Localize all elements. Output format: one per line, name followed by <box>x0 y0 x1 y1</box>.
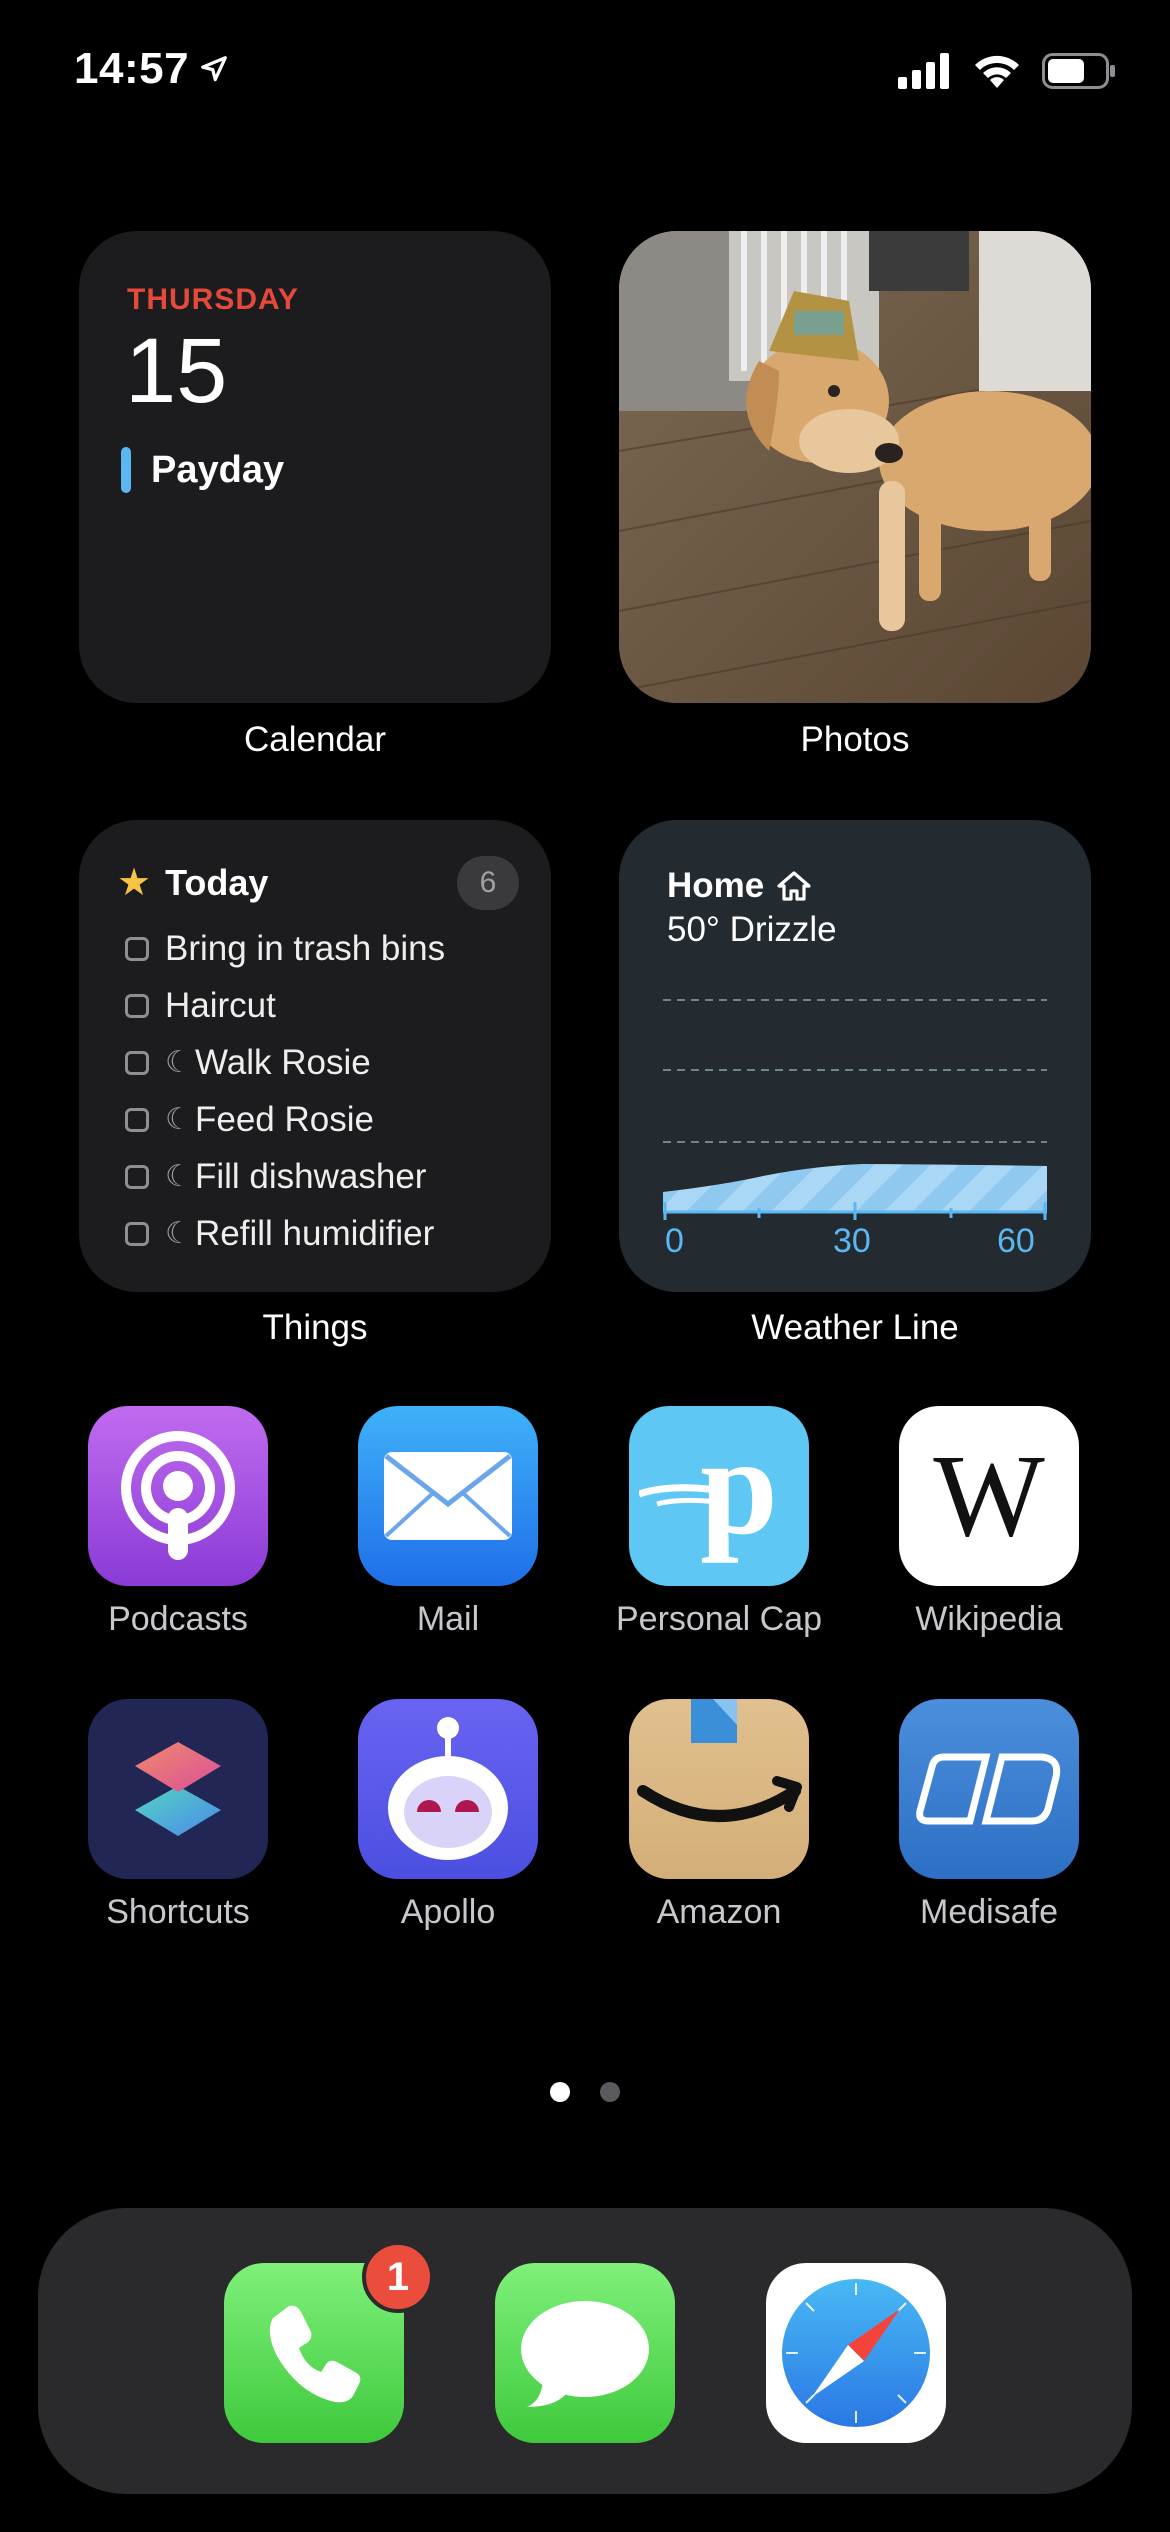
app-label: Personal Cap <box>615 1600 822 1638</box>
checkbox-icon[interactable] <box>125 1107 149 1132</box>
photos-widget[interactable] <box>619 231 1091 703</box>
moon-icon: ☾ <box>165 1046 192 1079</box>
app-podcasts[interactable]: Podcasts <box>43 1406 313 1639</box>
wifi-icon <box>975 55 1019 88</box>
page-dot-1[interactable] <box>550 2082 570 2102</box>
photos-widget-label: Photos <box>800 720 910 759</box>
personal-capital-icon[interactable]: p <box>629 1406 809 1586</box>
weather-line-widget[interactable]: Home 50° Drizzle 0 30 60 <box>619 820 1091 1292</box>
app-label: Podcasts <box>108 1600 248 1638</box>
todo-text: Refill humidifier <box>195 1213 435 1253</box>
weather-line-widget-label: Weather Line <box>751 1308 959 1347</box>
app-label: Mail <box>416 1600 480 1638</box>
things-header: ★ Today <box>117 860 268 905</box>
checkbox-icon[interactable] <box>125 1221 149 1246</box>
checkbox-icon[interactable] <box>125 1164 149 1189</box>
todo-text: Fill dishwasher <box>195 1156 427 1196</box>
app-label: Amazon <box>656 1893 782 1931</box>
calendar-date: 15 <box>125 320 228 422</box>
home-icon <box>777 871 811 901</box>
clock-time: 14:57 <box>74 44 190 93</box>
axis-tick-60: 60 <box>997 1222 1035 1260</box>
podcasts-icon[interactable] <box>88 1406 268 1586</box>
calendar-event-title: Payday <box>151 448 285 491</box>
list-item[interactable]: Bring in trash bins <box>125 920 445 977</box>
todo-text: Bring in trash bins <box>165 928 446 968</box>
mail-icon[interactable] <box>358 1406 538 1586</box>
things-widget[interactable]: ★ Today 6 Bring in trash bins Haircut ☾ … <box>79 820 551 1292</box>
page-indicator[interactable] <box>0 2082 1170 2102</box>
axis-tick-30: 30 <box>833 1222 871 1260</box>
precipitation-chart <box>663 999 1047 1220</box>
todo-text: Feed Rosie <box>195 1099 374 1139</box>
weather-location-name: Home <box>667 866 765 905</box>
photo-image <box>619 231 1091 703</box>
things-title: Today <box>165 861 269 903</box>
calendar-widget-label: Calendar <box>243 720 387 759</box>
list-item[interactable]: Haircut <box>125 977 445 1034</box>
list-item[interactable]: ☾ Feed Rosie <box>125 1091 445 1148</box>
page-dot-2[interactable] <box>600 2082 620 2102</box>
list-item[interactable]: ☾ Refill humidifier <box>125 1205 445 1262</box>
location-arrow-icon <box>201 56 227 82</box>
checkbox-icon[interactable] <box>125 993 149 1018</box>
battery-icon <box>1042 53 1115 89</box>
app-amazon[interactable]: Amazon <box>584 1699 854 1932</box>
calendar-widget[interactable]: THURSDAY 15 Payday <box>79 231 551 703</box>
app-label: Apollo <box>400 1893 496 1931</box>
list-item[interactable]: ☾ Walk Rosie <box>125 1034 445 1091</box>
app-wikipedia[interactable]: W Wikipedia <box>854 1406 1124 1639</box>
app-label: Shortcuts <box>106 1893 250 1931</box>
event-color-bar <box>121 447 131 493</box>
dock: 1 <box>38 2208 1132 2494</box>
phone-icon[interactable]: 1 <box>224 2241 434 2443</box>
app-shortcuts[interactable]: Shortcuts <box>43 1699 313 1932</box>
moon-icon: ☾ <box>165 1103 192 1136</box>
moon-icon: ☾ <box>165 1160 192 1193</box>
app-label: Wikipedia <box>915 1600 1063 1638</box>
app-apollo[interactable]: Apollo <box>313 1699 583 1932</box>
safari-icon[interactable] <box>766 2263 946 2443</box>
shortcuts-icon[interactable] <box>88 1699 268 1879</box>
star-icon: ★ <box>117 862 152 904</box>
axis-tick-0: 0 <box>665 1222 684 1260</box>
messages-icon[interactable] <box>495 2263 675 2443</box>
app-mail[interactable]: Mail <box>313 1406 583 1639</box>
wikipedia-icon[interactable]: W <box>899 1406 1079 1586</box>
things-widget-label: Things <box>262 1308 368 1347</box>
things-list: Bring in trash bins Haircut ☾ Walk Rosie… <box>125 920 445 1262</box>
todo-text: Haircut <box>165 985 276 1025</box>
things-count-badge: 6 <box>457 856 519 910</box>
app-label: Medisafe <box>920 1893 1058 1931</box>
medisafe-icon[interactable] <box>899 1699 1079 1879</box>
app-medisafe[interactable]: Medisafe <box>854 1699 1124 1932</box>
weather-conditions: 50° Drizzle <box>667 910 837 949</box>
cellular-signal-icon <box>898 53 949 89</box>
list-item[interactable]: ☾ Fill dishwasher <box>125 1148 445 1205</box>
notification-badge: 1 <box>362 2241 434 2313</box>
calendar-weekday: THURSDAY <box>127 283 299 316</box>
apollo-icon[interactable] <box>358 1699 538 1879</box>
checkbox-icon[interactable] <box>125 1050 149 1075</box>
moon-icon: ☾ <box>165 1217 192 1250</box>
checkbox-icon[interactable] <box>125 936 149 961</box>
calendar-event: Payday <box>121 447 284 493</box>
todo-text: Walk Rosie <box>195 1042 371 1082</box>
amazon-icon[interactable] <box>629 1699 809 1879</box>
app-personal-capital[interactable]: p Personal Cap <box>584 1406 854 1639</box>
weather-location: Home <box>667 866 812 906</box>
